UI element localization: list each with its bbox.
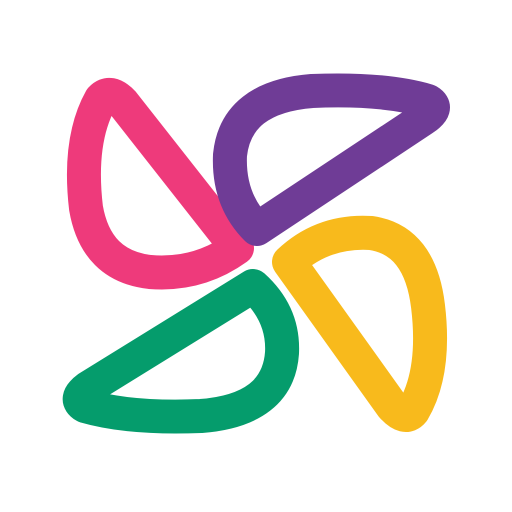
app-icon-canvas [0, 0, 512, 512]
yellow-petal-icon [272, 215, 448, 432]
purple-petal-icon [212, 73, 450, 246]
green-petal-icon [62, 269, 300, 434]
pink-petal-icon [66, 77, 254, 290]
pinwheel-logo-icon [62, 73, 450, 434]
